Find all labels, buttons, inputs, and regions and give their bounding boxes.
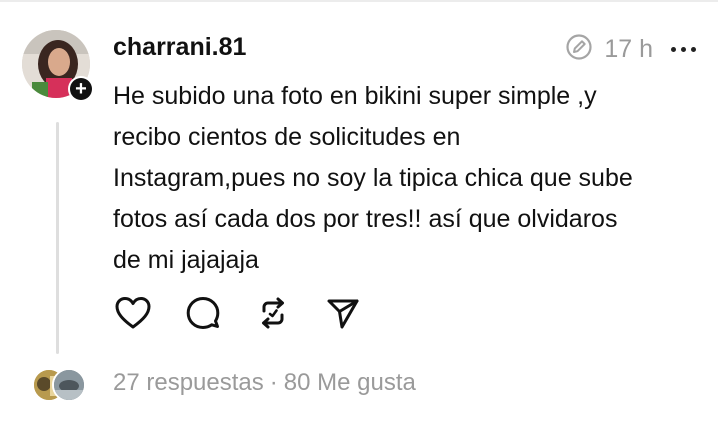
replies-count[interactable]: 27 respuestas bbox=[113, 369, 264, 396]
time-group: 17 h bbox=[564, 32, 653, 67]
username[interactable]: charrani.81 bbox=[113, 33, 246, 62]
reply-avatar bbox=[52, 368, 86, 402]
post-meta: 17 h bbox=[564, 32, 700, 67]
likes-count[interactable]: 80 Me gusta bbox=[284, 369, 416, 396]
reply-avatars[interactable] bbox=[32, 368, 86, 402]
thread-line bbox=[56, 122, 59, 354]
top-divider bbox=[0, 0, 718, 2]
post-time: 17 h bbox=[604, 35, 653, 63]
post-stats: 27 respuestas · 80 Me gusta bbox=[113, 369, 416, 397]
send-icon[interactable] bbox=[323, 293, 363, 333]
action-bar bbox=[113, 293, 363, 333]
follow-button[interactable]: + bbox=[68, 76, 94, 102]
author-avatar-group[interactable]: + bbox=[22, 30, 94, 102]
stats-separator: · bbox=[269, 369, 278, 396]
more-icon[interactable] bbox=[667, 41, 700, 58]
comment-icon[interactable] bbox=[183, 293, 223, 333]
post-body: He subido una foto en bikini super simpl… bbox=[113, 82, 633, 274]
repost-icon[interactable] bbox=[253, 293, 293, 333]
plus-icon: + bbox=[70, 78, 92, 100]
heart-icon[interactable] bbox=[113, 293, 153, 333]
pen-circle-icon bbox=[564, 32, 594, 67]
thread-post: + charrani.81 17 h He subido una foto en… bbox=[0, 0, 718, 423]
